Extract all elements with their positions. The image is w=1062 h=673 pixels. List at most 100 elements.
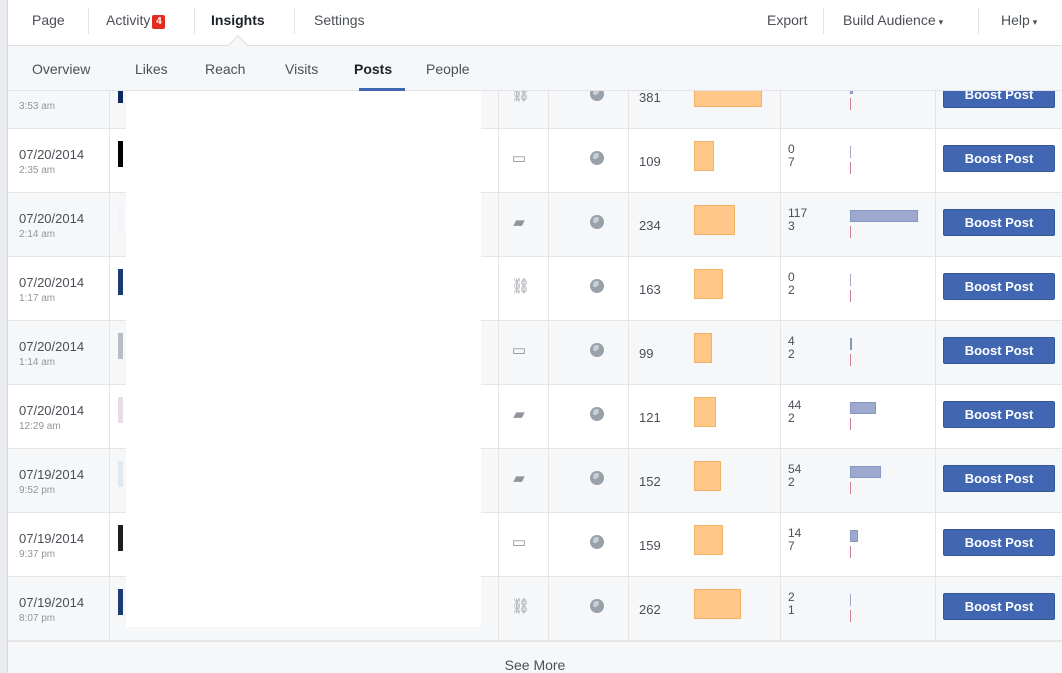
post-time: 1:14 am — [19, 357, 56, 368]
separator — [823, 8, 824, 34]
engagement-bottom-count: 0 — [788, 91, 795, 92]
post-thumbnail[interactable] — [118, 589, 123, 615]
reach-bar — [694, 397, 716, 427]
subtab-overview[interactable]: Overview — [32, 46, 90, 91]
column-divider — [780, 129, 781, 192]
post-thumbnail[interactable] — [118, 333, 123, 359]
post-thumbnail[interactable] — [118, 91, 123, 103]
link-icon: ⛓ — [511, 278, 531, 295]
subtab-posts[interactable]: Posts — [354, 46, 392, 91]
boost-post-button[interactable]: Boost Post — [943, 273, 1055, 300]
column-divider — [628, 193, 629, 256]
column-divider — [498, 513, 499, 576]
post-date: 07/19/2014 — [19, 531, 85, 546]
engagement-counts: 42 — [788, 335, 795, 361]
export-button[interactable]: Export — [767, 0, 807, 44]
engagement-bottom-count: 2 — [788, 475, 795, 489]
column-divider — [109, 257, 110, 320]
post-thumbnail[interactable] — [118, 269, 123, 295]
engagement-counts: 07 — [788, 143, 795, 169]
photo-icon: ▭ — [511, 534, 527, 551]
globe-icon — [590, 151, 604, 165]
globe-icon — [590, 215, 604, 229]
column-divider — [548, 577, 549, 640]
subtab-people[interactable]: People — [426, 46, 470, 91]
status-icon: ▰ — [513, 470, 525, 487]
reach-count: 234 — [639, 218, 661, 233]
engagement-counts: 117 3 — [788, 207, 807, 233]
tab-page[interactable]: Page — [32, 0, 65, 44]
subtab-visits[interactable]: Visits — [285, 46, 318, 91]
help-menu[interactable]: Help ▾ — [1001, 0, 1037, 44]
column-divider — [935, 321, 936, 384]
column-divider — [628, 577, 629, 640]
boost-post-button[interactable]: Boost Post — [943, 91, 1055, 108]
column-divider — [548, 129, 549, 192]
engagement-bar — [850, 91, 853, 94]
post-time: 12:29 am — [19, 421, 61, 432]
reach-bar — [694, 205, 735, 235]
engagement-bottom-count: 2 — [788, 411, 795, 425]
column-divider — [780, 257, 781, 320]
boost-post-button[interactable]: Boost Post — [943, 465, 1055, 492]
engagement-bar-secondary — [850, 354, 851, 366]
column-divider — [498, 449, 499, 512]
tab-settings[interactable]: Settings — [314, 0, 365, 44]
reach-count: 152 — [639, 474, 661, 489]
post-thumbnail[interactable] — [118, 205, 123, 231]
column-divider — [109, 129, 110, 192]
engagement-bar — [850, 594, 851, 606]
post-date: 07/20/2014 — [19, 339, 85, 354]
column-divider — [498, 577, 499, 640]
caret-down-icon: ▾ — [1032, 17, 1038, 27]
engagement-bottom-count: 3 — [788, 219, 795, 233]
see-more-button[interactable]: See More — [8, 641, 1062, 673]
engagement-bar-secondary — [850, 98, 851, 110]
engagement-bar — [850, 274, 851, 286]
post-thumbnail[interactable] — [118, 461, 123, 487]
engagement-bar-secondary — [850, 482, 851, 494]
column-divider — [548, 321, 549, 384]
post-thumbnail[interactable] — [118, 525, 123, 551]
column-divider — [935, 257, 936, 320]
engagement-bar-secondary — [850, 226, 851, 238]
tab-activity[interactable]: Activity 4 — [106, 0, 166, 44]
post-thumbnail[interactable] — [118, 141, 123, 167]
column-divider — [935, 129, 936, 192]
column-divider — [780, 449, 781, 512]
boost-post-button[interactable]: Boost Post — [943, 337, 1055, 364]
reach-count: 121 — [639, 410, 661, 425]
post-time: 8:07 pm — [19, 613, 56, 624]
column-divider — [109, 577, 110, 640]
post-time: 1:17 am — [19, 293, 56, 304]
left-border — [0, 0, 8, 673]
notification-badge: 4 — [152, 15, 166, 29]
globe-icon — [590, 343, 604, 357]
engagement-bar-secondary — [850, 610, 851, 622]
engagement-bar — [850, 210, 918, 222]
build-audience-menu[interactable]: Build Audience ▾ — [843, 0, 943, 44]
link-icon: ⛓ — [511, 91, 531, 103]
separator — [294, 8, 295, 34]
subtab-likes[interactable]: Likes — [135, 46, 168, 91]
boost-post-button[interactable]: Boost Post — [943, 529, 1055, 556]
column-divider — [548, 449, 549, 512]
post-date: 07/19/2014 — [19, 467, 85, 482]
photo-icon: ▭ — [511, 150, 527, 167]
post-thumbnail[interactable] — [118, 397, 123, 423]
post-date: 07/20/2014 — [19, 403, 85, 418]
photo-icon: ▭ — [511, 342, 527, 359]
boost-post-button[interactable]: Boost Post — [943, 401, 1055, 428]
boost-post-button[interactable]: Boost Post — [943, 593, 1055, 620]
tab-activity-label: Activity — [106, 12, 151, 28]
post-date: 07/20/2014 — [19, 211, 85, 226]
boost-post-button[interactable]: Boost Post — [943, 145, 1055, 172]
engagement-bottom-count: 2 — [788, 347, 795, 361]
column-divider — [548, 385, 549, 448]
status-icon: ▰ — [513, 214, 525, 231]
boost-post-button[interactable]: Boost Post — [943, 209, 1055, 236]
reach-count: 159 — [639, 538, 661, 553]
column-divider — [548, 257, 549, 320]
engagement-bottom-count: 1 — [788, 603, 795, 617]
reach-bar — [694, 141, 714, 171]
